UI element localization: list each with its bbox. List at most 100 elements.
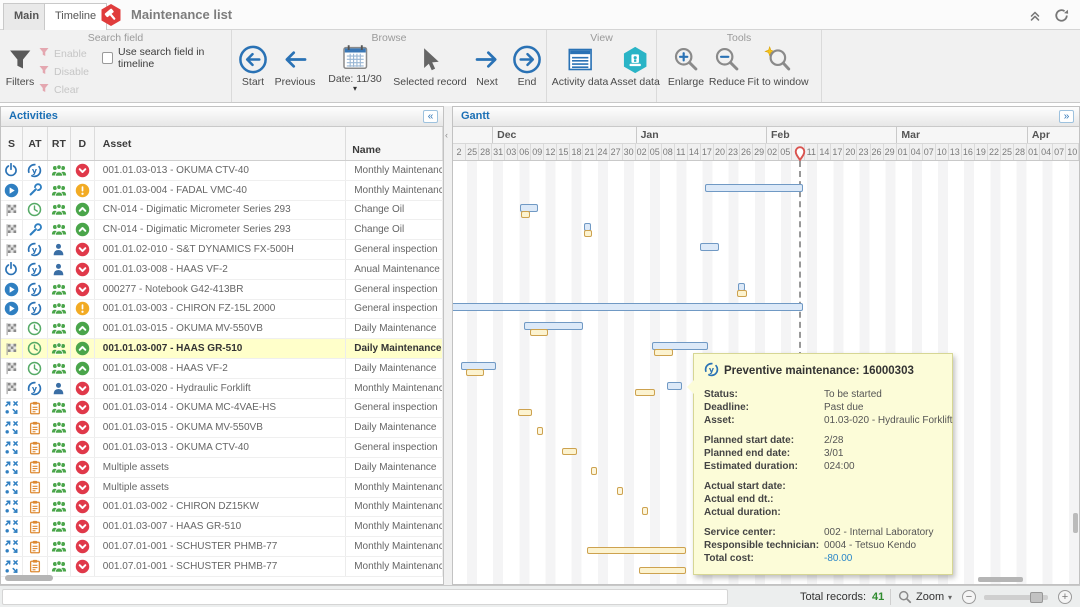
zoom-label[interactable]: Zoom <box>916 591 944 603</box>
column-header-rt[interactable]: RT <box>48 127 71 160</box>
timeline-day-cell[interactable]: 14 <box>818 144 831 160</box>
table-row[interactable]: y000277 - Notebook G42-413BRGeneral insp… <box>1 280 443 300</box>
table-row[interactable]: 001.01.03-007 - HAAS GR-510Daily Mainten… <box>1 339 443 359</box>
timeline-day-cell[interactable]: 19 <box>975 144 988 160</box>
table-row[interactable]: Multiple assetsDaily Maintenance <box>1 458 443 478</box>
timeline-day-cell[interactable]: 21 <box>583 144 596 160</box>
table-row[interactable]: 001.01.03-004 - FADAL VMC-40Monthly Main… <box>1 181 443 201</box>
column-header-asset[interactable]: Asset <box>95 127 346 160</box>
timeline-day-cell[interactable]: 05 <box>779 144 792 160</box>
gantt-bar-yellow[interactable] <box>518 409 532 416</box>
timeline-day-cell[interactable]: 25 <box>1001 144 1014 160</box>
gantt-bar-marker[interactable] <box>537 427 543 435</box>
timeline-day-cell[interactable]: 23 <box>857 144 870 160</box>
timeline-day-cell[interactable]: 10 <box>1066 144 1079 160</box>
timeline-day-cell[interactable]: 23 <box>727 144 740 160</box>
checkbox-box[interactable] <box>102 52 113 64</box>
timeline-day-cell[interactable]: 02 <box>766 144 779 160</box>
column-header-name[interactable]: Name <box>346 127 443 160</box>
timeline-day-cell[interactable]: 24 <box>597 144 610 160</box>
timeline-day-cell[interactable]: 11 <box>805 144 818 160</box>
table-row[interactable]: 001.01.03-007 - HAAS GR-510Monthly Maint… <box>1 517 443 537</box>
zoom-in-button[interactable]: + <box>1058 590 1072 604</box>
clear-button[interactable]: Clear <box>38 82 79 97</box>
gantt-bar-marker[interactable] <box>591 467 597 475</box>
gantt-bar-yellow[interactable] <box>654 349 673 356</box>
table-row[interactable]: 001.07.01-001 - SCHUSTER PHMB-77Monthly … <box>1 557 443 577</box>
timeline-day-cell[interactable]: 14 <box>688 144 701 160</box>
asset-data-button[interactable]: Asset data <box>610 43 660 88</box>
filters-button[interactable]: Filters <box>6 43 35 88</box>
table-row[interactable]: y001.01.02-010 - S&T DYNAMICS FX-500HGen… <box>1 240 443 260</box>
panel-splitter[interactable]: ‹ <box>444 106 452 585</box>
column-header-d[interactable]: D <box>71 127 95 160</box>
gantt-bar-marker[interactable] <box>617 487 623 495</box>
timeline-day-cell[interactable]: 30 <box>623 144 636 160</box>
timeline-day-cell[interactable]: 18 <box>570 144 583 160</box>
table-row[interactable]: CN-014 - Digimatic Micrometer Series 293… <box>1 220 443 240</box>
table-row[interactable]: y001.01.03-020 - Hydraulic ForkliftMonth… <box>1 379 443 399</box>
timeline-day-cell[interactable]: 20 <box>714 144 727 160</box>
timeline-day-cell[interactable]: 25 <box>466 144 479 160</box>
timeline-day-cell[interactable]: 22 <box>988 144 1001 160</box>
gantt-bar-yellow[interactable] <box>635 389 655 396</box>
timeline-day-cell[interactable]: 13 <box>949 144 962 160</box>
column-header-at[interactable]: AT <box>23 127 48 160</box>
previous-button[interactable]: Previous <box>275 43 316 88</box>
timeline-day-cell[interactable]: 28 <box>1014 144 1027 160</box>
zoom-out-button[interactable]: − <box>962 590 976 604</box>
gantt-bar-marker[interactable] <box>642 507 648 515</box>
table-row[interactable]: CN-014 - Digimatic Micrometer Series 293… <box>1 201 443 221</box>
enlarge-button[interactable]: Enlarge <box>668 43 704 88</box>
timeline-day-cell[interactable]: 05 <box>649 144 662 160</box>
enable-button[interactable]: Enable <box>38 46 87 61</box>
fit-to-window-button[interactable]: Fit to window <box>747 43 808 88</box>
gantt-bar-yellow[interactable] <box>530 329 548 336</box>
next-button[interactable]: Next <box>473 43 502 88</box>
use-search-field-checkbox[interactable]: Use search field in timeline <box>102 46 231 70</box>
zoom-dropdown-caret-icon[interactable]: ▾ <box>948 593 952 602</box>
timeline-day-cell[interactable]: 28 <box>479 144 492 160</box>
tab-main[interactable]: Main <box>3 3 50 30</box>
timeline-day-cell[interactable]: 20 <box>844 144 857 160</box>
gantt-bar-yellow[interactable] <box>521 211 530 218</box>
current-date-marker-icon[interactable] <box>794 146 806 164</box>
timeline-day-cell[interactable]: 02 <box>636 144 649 160</box>
timeline-day-cell[interactable]: 12 <box>544 144 557 160</box>
gantt-bar-blue[interactable] <box>705 184 803 192</box>
timeline-day-cell[interactable]: 17 <box>831 144 844 160</box>
gantt-bar-blue[interactable] <box>667 382 682 390</box>
table-row[interactable]: y001.01.03-008 - HAAS VF-2Anual Maintena… <box>1 260 443 280</box>
table-row[interactable]: y001.01.03-013 - OKUMA CTV-40Monthly Mai… <box>1 161 443 181</box>
timeline-day-cell[interactable]: 06 <box>518 144 531 160</box>
gantt-bar-yellow[interactable] <box>639 567 686 574</box>
timeline-day-cell[interactable]: 29 <box>753 144 766 160</box>
gantt-bar-yellow[interactable] <box>584 230 592 237</box>
table-row[interactable]: 001.01.03-015 - OKUMA MV-550VBDaily Main… <box>1 418 443 438</box>
collapse-ribbon-icon[interactable] <box>1028 9 1042 26</box>
gantt-bar-yellow[interactable] <box>466 369 484 376</box>
gantt-bar-yellow[interactable] <box>562 448 577 455</box>
timeline-day-cell[interactable]: 04 <box>910 144 923 160</box>
timeline-day-cell[interactable]: 01 <box>897 144 910 160</box>
table-row[interactable]: y001.01.03-003 - CHIRON FZ-15L 2000Gener… <box>1 300 443 320</box>
table-row[interactable]: 001.01.03-008 - HAAS VF-2Daily Maintenan… <box>1 359 443 379</box>
tab-timeline[interactable]: Timeline <box>44 3 107 30</box>
timeline-day-cell[interactable]: 09 <box>531 144 544 160</box>
gantt-hscrollbar-thumb[interactable] <box>978 577 1023 582</box>
expand-gantt-icon[interactable]: » <box>1059 110 1074 123</box>
timeline-day-cell[interactable]: 01 <box>1027 144 1040 160</box>
zoom-slider-thumb[interactable] <box>1030 592 1043 603</box>
refresh-icon[interactable] <box>1053 7 1070 27</box>
timeline-day-cell[interactable]: 11 <box>675 144 688 160</box>
table-row[interactable]: 001.01.03-015 - OKUMA MV-550VBDaily Main… <box>1 319 443 339</box>
table-row[interactable]: 001.01.03-014 - OKUMA MC-4VAE-HSGeneral … <box>1 399 443 419</box>
timeline-day-cell[interactable]: 27 <box>610 144 623 160</box>
splitter-collapse-icon[interactable]: ‹ <box>445 130 448 140</box>
end-button[interactable]: End <box>512 43 543 88</box>
timeline-day-cell[interactable]: 16 <box>962 144 975 160</box>
timeline-day-cell[interactable]: 08 <box>662 144 675 160</box>
reduce-button[interactable]: Reduce <box>709 43 745 88</box>
date-button[interactable]: Date: 11/30 ▾ <box>328 40 382 92</box>
timeline-day-cell[interactable]: 03 <box>505 144 518 160</box>
